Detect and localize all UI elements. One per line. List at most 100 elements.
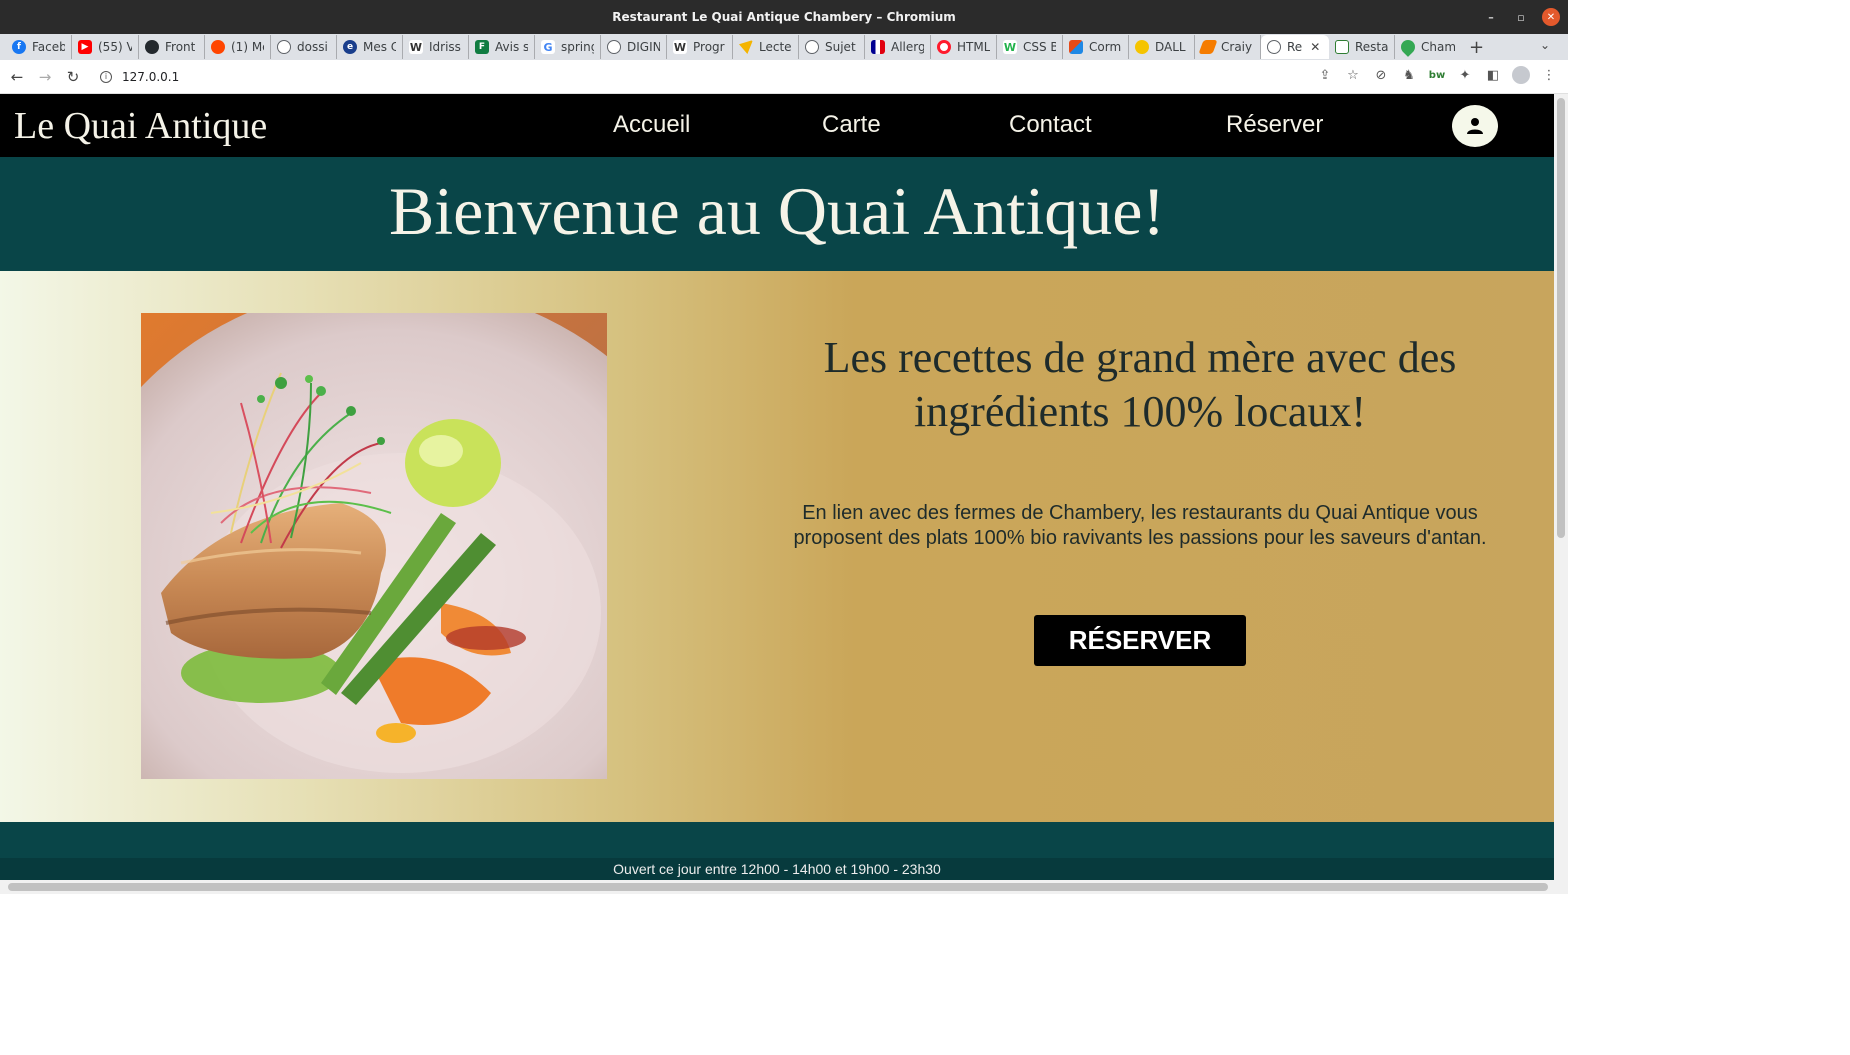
nav-link-contact[interactable]: Contact bbox=[1009, 111, 1092, 139]
side-panel-icon[interactable]: ◧ bbox=[1484, 66, 1502, 84]
scrollbar-thumb[interactable] bbox=[1557, 98, 1565, 538]
extension-bw-icon[interactable]: bw bbox=[1428, 66, 1446, 84]
opening-hours-bar: Ouvert ce jour entre 12h00 - 14h00 et 19… bbox=[0, 858, 1554, 880]
github-icon bbox=[145, 40, 159, 54]
hero-section: Les recettes de grand mère avec des ingr… bbox=[0, 271, 1554, 822]
hero-description: En lien avec des fermes de Chambery, les… bbox=[793, 502, 1487, 549]
nav-link-reserver[interactable]: Réserver bbox=[1226, 111, 1323, 139]
share-icon[interactable]: ⇪ bbox=[1316, 66, 1334, 84]
site-header: Le Quai Antique Accueil Carte Contact Ré… bbox=[0, 94, 1554, 157]
tab-label: Faceb bbox=[32, 40, 65, 54]
tab-label: Cham bbox=[1421, 40, 1455, 54]
wikipedia-icon: W bbox=[409, 40, 423, 54]
browser-tab[interactable]: W Idriss bbox=[403, 35, 469, 59]
browser-tab[interactable]: dossi bbox=[271, 35, 337, 59]
gov-icon bbox=[871, 40, 885, 54]
plated-fish-dish-image bbox=[141, 313, 607, 779]
tab-label: Avis s bbox=[495, 40, 528, 54]
browser-tab[interactable]: Resta bbox=[1329, 35, 1395, 59]
forward-button[interactable]: → bbox=[34, 66, 56, 88]
browser-tab[interactable]: Cham bbox=[1395, 35, 1461, 59]
tab-label: (55) V bbox=[98, 40, 132, 54]
tab-label: CSS B bbox=[1023, 40, 1056, 54]
maximize-button[interactable]: ▫ bbox=[1512, 8, 1530, 26]
wikipedia-icon: W bbox=[673, 40, 687, 54]
tab-label: DIGIN bbox=[627, 40, 660, 54]
site-logo[interactable]: Le Quai Antique bbox=[14, 104, 267, 148]
app-icon: e bbox=[343, 40, 357, 54]
user-icon bbox=[1467, 118, 1483, 134]
tab-label: Front bbox=[165, 40, 196, 54]
menu-kebab-icon[interactable]: ⋮ bbox=[1540, 66, 1558, 84]
profile-avatar-icon[interactable] bbox=[1512, 66, 1530, 84]
browser-tab[interactable]: DALL bbox=[1129, 35, 1195, 59]
browser-tab[interactable]: Lecte bbox=[733, 35, 799, 59]
opening-hours-text: Ouvert ce jour entre 12h00 - 14h00 et 19… bbox=[613, 861, 941, 877]
close-tab-icon[interactable]: ✕ bbox=[1310, 40, 1320, 54]
browser-tab[interactable]: Allerg bbox=[865, 35, 931, 59]
welcome-banner: Bienvenue au Quai Antique! bbox=[0, 157, 1554, 271]
address-bar[interactable]: i 127.0.0.1 bbox=[100, 70, 179, 84]
extensions-puzzle-icon[interactable]: ✦ bbox=[1456, 66, 1474, 84]
tab-label: Allerg bbox=[891, 40, 924, 54]
browser-toolbar: ← → ↻ i 127.0.0.1 ⇪ ☆ ⊘ ♞ bw ✦ ◧ ⋮ bbox=[0, 60, 1568, 94]
window-controls: – ▫ ✕ bbox=[1482, 8, 1560, 26]
new-tab-button[interactable]: + bbox=[1469, 37, 1484, 58]
window-titlebar: Restaurant Le Quai Antique Chambery – Ch… bbox=[0, 0, 1568, 34]
blocks-icon bbox=[1069, 40, 1083, 54]
hero-text-block: Les recettes de grand mère avec des ingr… bbox=[740, 331, 1540, 551]
browser-tab[interactable]: Corm bbox=[1063, 35, 1129, 59]
tab-search-chevron-icon[interactable]: ⌄ bbox=[1540, 38, 1550, 52]
browser-tab-active[interactable]: Re ✕ bbox=[1261, 35, 1329, 59]
tab-strip: f Faceb ▶ (55) V Front (1) Me dossi e Mes C… bbox=[0, 34, 1568, 60]
globe-icon bbox=[607, 40, 621, 54]
browser-tab[interactable]: ▶ (55) V bbox=[72, 35, 139, 59]
info-icon[interactable]: i bbox=[100, 70, 112, 83]
tab-label: Corm bbox=[1089, 40, 1122, 54]
vertical-scrollbar[interactable] bbox=[1554, 94, 1568, 880]
browser-tab[interactable]: Craiy bbox=[1195, 35, 1261, 59]
tab-label: (1) Me bbox=[231, 40, 264, 54]
close-window-button[interactable]: ✕ bbox=[1542, 8, 1560, 26]
tab-label: Progr bbox=[693, 40, 725, 54]
tab-label: Idriss bbox=[429, 40, 461, 54]
window-title: Restaurant Le Quai Antique Chambery – Ch… bbox=[612, 10, 956, 24]
browser-tab[interactable]: F Avis s bbox=[469, 35, 535, 59]
bookmark-star-icon[interactable]: ☆ bbox=[1344, 66, 1362, 84]
globe-icon bbox=[1267, 40, 1281, 54]
reserve-button[interactable]: RÉSERVER bbox=[1034, 615, 1246, 666]
tab-label: Sujet bbox=[825, 40, 856, 54]
browser-tab[interactable]: W Progr bbox=[667, 35, 733, 59]
browser-tab[interactable]: DIGIN bbox=[601, 35, 667, 59]
browser-tab[interactable]: Sujet bbox=[799, 35, 865, 59]
browser-tab[interactable]: W CSS B bbox=[997, 35, 1063, 59]
browser-tab[interactable]: f Faceb bbox=[6, 35, 72, 59]
minimize-button[interactable]: – bbox=[1482, 8, 1500, 26]
browser-tab[interactable]: e Mes C bbox=[337, 35, 403, 59]
browser-tab[interactable]: Gspring bbox=[535, 35, 601, 59]
google-icon: G bbox=[541, 40, 555, 54]
back-button[interactable]: ← bbox=[6, 66, 28, 88]
browser-tab[interactable]: HTML bbox=[931, 35, 997, 59]
browser-tab[interactable]: Front bbox=[139, 35, 205, 59]
tab-label: Craiy bbox=[1221, 40, 1253, 54]
user-account-button[interactable] bbox=[1452, 105, 1498, 147]
extension-figure-icon[interactable]: ♞ bbox=[1400, 66, 1418, 84]
facebook-icon: f bbox=[12, 40, 26, 54]
nav-link-carte[interactable]: Carte bbox=[822, 111, 881, 139]
nav-link-accueil[interactable]: Accueil bbox=[613, 111, 690, 139]
reload-button[interactable]: ↻ bbox=[62, 66, 84, 88]
pencil-icon bbox=[1198, 40, 1218, 54]
tab-label: HTML bbox=[957, 40, 990, 54]
hero-title: Les recettes de grand mère avec des ingr… bbox=[823, 333, 1457, 436]
tab-label: Re bbox=[1287, 40, 1303, 54]
extension-link-icon[interactable]: ⊘ bbox=[1372, 66, 1390, 84]
forms-icon: F bbox=[475, 40, 489, 54]
welcome-title: Bienvenue au Quai Antique! bbox=[388, 172, 1166, 249]
tab-label: dossi bbox=[297, 40, 328, 54]
tab-label: Resta bbox=[1355, 40, 1388, 54]
browser-tab[interactable]: (1) Me bbox=[205, 35, 271, 59]
scrollbar-thumb[interactable] bbox=[8, 883, 1548, 891]
horizontal-scrollbar[interactable] bbox=[0, 880, 1568, 894]
tab-label: Mes C bbox=[363, 40, 396, 54]
